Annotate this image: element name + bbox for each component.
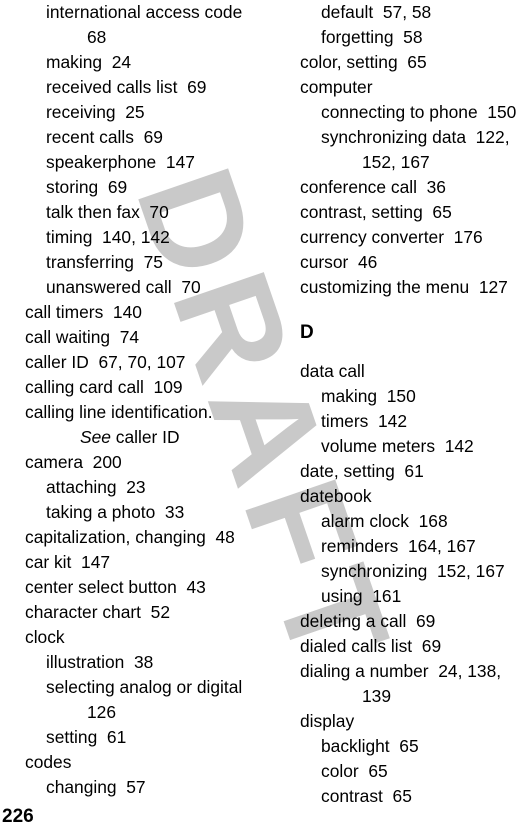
index-entry: dialed calls list 69 xyxy=(300,636,442,656)
cross-reference-target: caller ID xyxy=(110,427,180,447)
index-subentry: synchronizing data 122, xyxy=(321,127,510,147)
page-number: 226 xyxy=(2,806,34,827)
index-column-right: default 57, 58 forgetting 58 color, settin… xyxy=(300,0,528,809)
index-letter-heading: D xyxy=(300,322,314,343)
index-subentry: volume meters 142 xyxy=(321,436,474,456)
index-entry: car kit 147 xyxy=(25,552,111,572)
index-entry: clock xyxy=(25,627,65,647)
index-entry: capitalization, changing 48 xyxy=(25,527,235,547)
index-entry: caller ID 67, 70, 107 xyxy=(25,352,186,372)
index-entry: customizing the menu 127 xyxy=(300,277,508,297)
index-entry: calling card call 109 xyxy=(25,377,183,397)
index-page: DRAFT international access code 68 making … xyxy=(0,0,528,837)
index-entry-continuation: 152, 167 xyxy=(362,152,430,172)
index-subentry: attaching 23 xyxy=(46,477,146,497)
index-subentry: forgetting 58 xyxy=(321,27,423,47)
index-subentry: setting 61 xyxy=(46,727,127,747)
index-entry: display xyxy=(300,711,355,731)
index-subentry: making 150 xyxy=(321,386,416,406)
index-entry: call timers 140 xyxy=(25,302,142,322)
index-columns: international access code 68 making 24 rece… xyxy=(0,0,528,837)
index-subentry: timers 142 xyxy=(321,411,408,431)
index-subentry: taking a photo 33 xyxy=(46,502,185,522)
index-entry: computer xyxy=(300,77,373,97)
index-subentry: color 65 xyxy=(321,761,388,781)
index-subentry: recent calls 69 xyxy=(46,127,163,147)
index-subentry: transferring 75 xyxy=(46,252,163,272)
index-entry: character chart 52 xyxy=(25,602,170,622)
index-subentry: international access code xyxy=(46,2,243,22)
index-subentry: receiving 25 xyxy=(46,102,145,122)
index-entry: date, setting 61 xyxy=(300,461,424,481)
index-subentry: storing 69 xyxy=(46,177,128,197)
see-label: See xyxy=(80,427,111,447)
index-entry: codes xyxy=(25,752,72,772)
index-subentry: illustration 38 xyxy=(46,652,154,672)
index-subentry: reminders 164, 167 xyxy=(321,536,476,556)
index-subentry: received calls list 69 xyxy=(46,77,207,97)
index-subentry: talk then fax 70 xyxy=(46,202,169,222)
index-subentry: timing 140, 142 xyxy=(46,227,170,247)
index-cross-reference: See caller ID xyxy=(25,425,275,450)
index-entry: deleting a call 69 xyxy=(300,611,436,631)
index-entry: dialing a number 24, 138, xyxy=(300,661,502,681)
index-subentry: changing 57 xyxy=(46,777,146,797)
index-subentry: backlight 65 xyxy=(321,736,419,756)
index-entry: datebook xyxy=(300,486,372,506)
index-entry: call waiting 74 xyxy=(25,327,140,347)
index-subentry: making 24 xyxy=(46,52,132,72)
index-subentry: using 161 xyxy=(321,586,402,606)
index-subentry: contrast 65 xyxy=(321,786,412,806)
index-entry: color, setting 65 xyxy=(300,52,427,72)
index-entry-list-left: international access code 68 making 24 rece… xyxy=(25,0,275,800)
index-subentry: selecting analog or digital xyxy=(46,677,243,697)
index-entry: conference call 36 xyxy=(300,177,446,197)
index-entry-continuation: 139 xyxy=(362,686,392,706)
index-entry: center select button 43 xyxy=(25,577,206,597)
index-entry-list-right: default 57, 58 forgetting 58 color, settin… xyxy=(300,0,528,809)
index-entry: data call xyxy=(300,361,365,381)
index-entry: currency converter 176 xyxy=(300,227,483,247)
index-entry: camera 200 xyxy=(25,452,122,472)
index-subentry: speakerphone 147 xyxy=(46,152,195,172)
index-entry: contrast, setting 65 xyxy=(300,202,452,222)
index-subentry: connecting to phone 150 xyxy=(321,102,517,122)
index-entry: cursor 46 xyxy=(300,252,378,272)
index-subentry: unanswered call 70 xyxy=(46,277,201,297)
index-column-left: international access code 68 making 24 rece… xyxy=(25,0,275,800)
index-entry-continuation: 68 xyxy=(87,27,107,47)
index-subentry: synchronizing 152, 167 xyxy=(321,561,505,581)
index-entry: calling line identification. xyxy=(25,402,213,422)
index-entry-continuation: 126 xyxy=(87,702,117,722)
index-subentry: alarm clock 168 xyxy=(321,511,448,531)
index-subentry: default 57, 58 xyxy=(321,2,432,22)
